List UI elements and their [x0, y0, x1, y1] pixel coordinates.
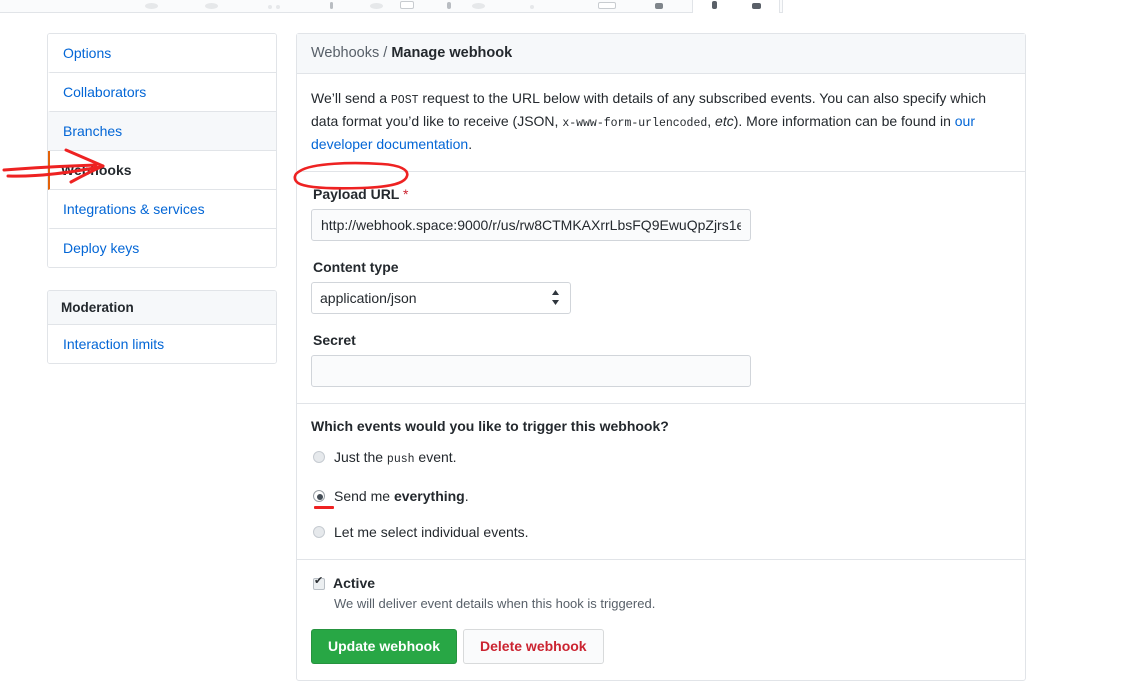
active-note: We will deliver event details when this …: [334, 596, 656, 611]
everything-post: .: [464, 488, 469, 504]
just-push-post: event.: [414, 449, 457, 465]
event-option-individual[interactable]: Let me select individual events.: [311, 523, 1011, 541]
desc-part3: ,: [707, 113, 716, 129]
everything-strong: everything: [393, 488, 465, 504]
radio-just-push[interactable]: [313, 451, 325, 463]
active-and-actions-section: Active We will deliver event details whe…: [297, 560, 1025, 680]
desc-code-post: POST: [390, 94, 419, 107]
desc-part4: ). More information can be found in: [733, 113, 955, 129]
sidebar-item-deploy-keys[interactable]: Deploy keys: [48, 229, 276, 267]
event-option-just-push-label: Just the push event.: [334, 448, 457, 469]
red-underline-annotation: [314, 506, 334, 509]
event-option-just-push[interactable]: Just the push event.: [311, 448, 1011, 469]
desc-part5: .: [468, 136, 473, 152]
desc-part1: We’ll send a: [311, 90, 391, 106]
cut-off-top-tab-strip: [0, 0, 1140, 13]
active-checkbox[interactable]: [313, 574, 325, 590]
breadcrumb-parent[interactable]: Webhooks: [311, 45, 379, 61]
required-asterisk: *: [403, 186, 409, 202]
ghost-icon-4: [330, 2, 333, 9]
radio-send-everything[interactable]: [313, 490, 325, 502]
delete-webhook-button[interactable]: Delete webhook: [463, 629, 604, 664]
event-option-individual-label: Let me select individual events.: [334, 524, 529, 540]
events-question: Which events would you like to trigger t…: [311, 418, 669, 434]
sidebar-item-webhooks[interactable]: Webhooks: [48, 151, 276, 190]
active-label: Active: [333, 575, 376, 591]
event-option-everything-label: Send me everything.: [334, 487, 469, 505]
ghost-icon-13: [752, 3, 761, 9]
content-type-select[interactable]: application/json: [311, 282, 571, 314]
breadcrumb-current: Manage webhook: [391, 45, 513, 61]
ghost-icon-3a: [268, 5, 272, 9]
events-section: Which events would you like to trigger t…: [297, 404, 1025, 560]
webhook-description: We’ll send a POST request to the URL bel…: [311, 88, 1011, 155]
manage-webhook-panel: Webhooks / Manage webhook We’ll send a P…: [296, 33, 1026, 681]
content-type-select-wrap: application/json: [311, 282, 571, 314]
moderation-header: Moderation: [48, 291, 276, 325]
payload-url-label-text: Payload URL: [313, 186, 400, 202]
sidebar-item-branches[interactable]: Branches: [48, 112, 276, 151]
content-type-label: Content type: [313, 259, 399, 275]
ghost-icon-10: [598, 2, 616, 9]
ghost-icon-3b: [276, 5, 280, 9]
ghost-icon-2: [205, 3, 218, 9]
webhook-config-section: Payload URL * Content type application/j…: [297, 172, 1025, 404]
just-push-pre: Just the: [334, 449, 387, 465]
everything-pre: Send me: [334, 488, 394, 504]
description-section: We’ll send a POST request to the URL bel…: [297, 74, 1025, 172]
breadcrumb: Webhooks / Manage webhook: [297, 34, 1025, 74]
moderation-menu: Moderation Interaction limits: [47, 290, 277, 364]
ghost-icon-9: [530, 5, 534, 9]
ghost-icon-6: [400, 1, 414, 9]
payload-url-input[interactable]: [311, 209, 751, 241]
radio-individual-events[interactable]: [313, 526, 325, 538]
secret-input[interactable]: [311, 355, 751, 387]
ghost-icon-12: [712, 1, 717, 9]
payload-url-label: Payload URL *: [313, 186, 1011, 202]
desc-em-etc: etc: [715, 113, 734, 129]
settings-sidebar: Options Collaborators Branches Webhooks …: [47, 33, 277, 364]
ghost-icon-11: [655, 3, 663, 9]
event-option-everything[interactable]: Send me everything.: [311, 487, 1011, 509]
sidebar-item-options[interactable]: Options: [48, 34, 276, 73]
ghost-icon-5: [370, 3, 383, 9]
sidebar-item-integrations-and-services[interactable]: Integrations & services: [48, 190, 276, 229]
ghost-icon-7: [447, 2, 451, 9]
desc-code-urlencoded: x-www-form-urlencoded: [562, 117, 708, 130]
breadcrumb-separator: /: [383, 45, 388, 61]
ghost-icon-8: [472, 3, 485, 9]
settings-menu: Options Collaborators Branches Webhooks …: [47, 33, 277, 268]
ghost-icon-1: [145, 3, 158, 9]
just-push-code: push: [386, 453, 415, 466]
active-checkbox-row[interactable]: Active: [311, 574, 1011, 593]
secret-label: Secret: [313, 332, 356, 348]
action-buttons: Update webhook Delete webhook: [311, 629, 1011, 664]
inactive-tab[interactable]: [782, 0, 1140, 13]
update-webhook-button[interactable]: Update webhook: [311, 629, 458, 664]
sidebar-item-collaborators[interactable]: Collaborators: [48, 73, 276, 112]
active-tab[interactable]: [692, 0, 780, 13]
sidebar-item-interaction-limits[interactable]: Interaction limits: [48, 325, 276, 363]
